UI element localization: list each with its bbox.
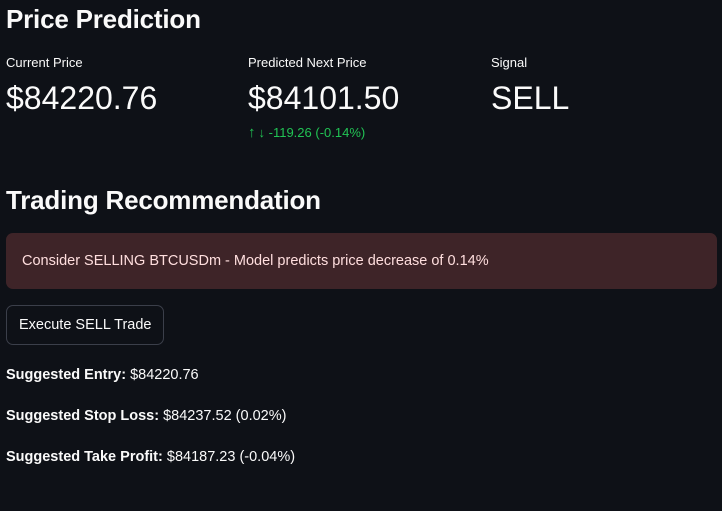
- delta-value: -119.26 (-0.14%): [268, 125, 366, 140]
- current-price-value: $84220.76: [6, 80, 158, 116]
- alert-text: Consider SELLING BTCUSDm - Model predict…: [22, 253, 489, 269]
- recommendation-alert: Consider SELLING BTCUSDm - Model predict…: [6, 233, 717, 289]
- signal-value: SELL: [491, 80, 570, 116]
- metrics-row: Current Price $84220.76 Predicted Next P…: [6, 54, 718, 154]
- signal-label: Signal: [491, 55, 528, 70]
- price-prediction-title: Price Prediction: [6, 4, 201, 34]
- arrow-down-icon: ↓: [258, 125, 266, 140]
- arrow-up-icon: ↑: [248, 124, 256, 141]
- suggested-stop-loss: Suggested Stop Loss: $84237.52 (0.02%): [6, 406, 286, 426]
- predicted-price-metric: Predicted Next Price $84101.50 ↑ ↓ -119.2…: [248, 54, 399, 142]
- current-price-metric: Current Price $84220.76: [6, 54, 157, 120]
- suggested-stop-loss-label: Suggested Stop Loss:: [6, 408, 160, 424]
- predicted-price-value: $84101.50: [248, 80, 400, 116]
- suggested-take-profit-label: Suggested Take Profit:: [6, 449, 163, 465]
- suggested-take-profit-value: $84187.23 (-0.04%): [166, 449, 296, 465]
- suggested-stop-loss-value: $84237.52 (0.02%): [163, 408, 287, 424]
- suggested-entry-value: $84220.76: [130, 367, 199, 383]
- predicted-price-delta: ↑ ↓ -119.26 (-0.14%): [248, 124, 399, 142]
- signal-metric: Signal SELL: [491, 54, 569, 120]
- execute-sell-trade-button[interactable]: Execute SELL Trade: [6, 305, 165, 345]
- suggested-entry: Suggested Entry: $84220.76: [6, 365, 199, 385]
- suggested-take-profit: Suggested Take Profit: $84187.23 (-0.04%…: [6, 447, 295, 467]
- predicted-price-label: Predicted Next Price: [248, 55, 367, 70]
- trading-recommendation-title: Trading Recommendation: [6, 185, 321, 215]
- current-price-label: Current Price: [6, 55, 83, 70]
- suggested-entry-label: Suggested Entry:: [6, 367, 127, 383]
